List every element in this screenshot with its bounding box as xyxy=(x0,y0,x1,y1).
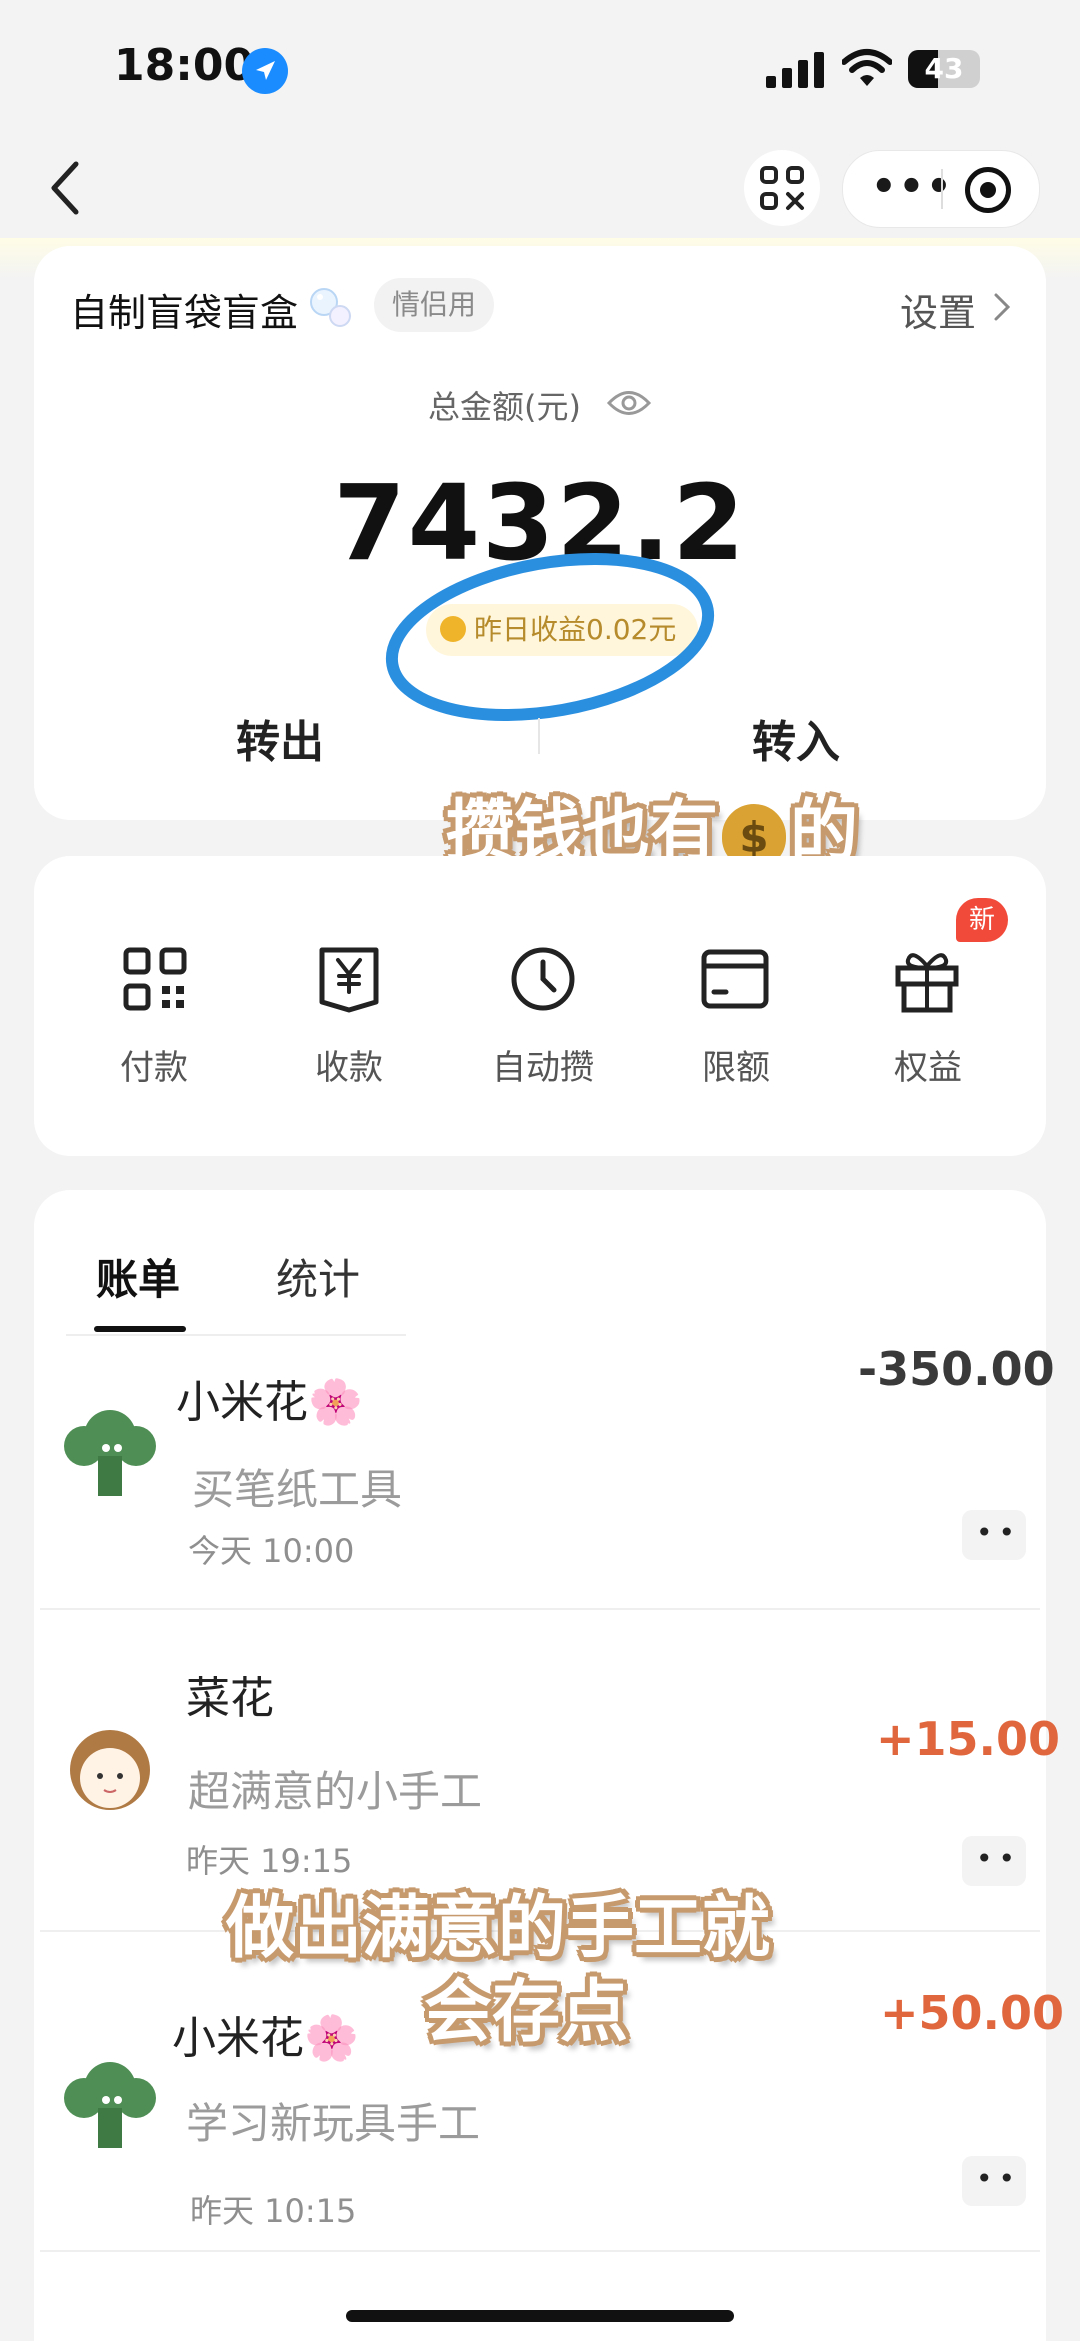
chevron-right-icon[interactable] xyxy=(992,292,1012,322)
transaction-time: 昨天 10:15 xyxy=(190,2192,357,2230)
quick-action-label-benefits[interactable]: 权益 xyxy=(838,1040,1018,1089)
transaction-time: 今天 10:00 xyxy=(188,1532,355,1570)
scan-icon xyxy=(760,166,804,210)
quick-action-label-limit[interactable]: 限额 xyxy=(646,1040,826,1089)
transaction-amount: +15.00 xyxy=(876,1712,1061,1766)
cellular-signal-icon xyxy=(766,52,824,88)
close-target-icon[interactable] xyxy=(965,167,1011,213)
quick-action-label-auto-save[interactable]: 自动攒 xyxy=(453,1040,633,1089)
transaction-note: 学习新玩具手工 xyxy=(186,2099,481,2148)
caption-handcraft-line2: 会存点 xyxy=(424,1973,629,2052)
highlight-circle-annotation xyxy=(380,548,720,726)
battery-level: 43 xyxy=(924,52,964,85)
card-icon[interactable] xyxy=(700,944,770,1014)
transaction-name: 小米花🌸 xyxy=(172,2013,359,2064)
scan-button[interactable] xyxy=(744,150,820,226)
more-options-button[interactable] xyxy=(962,1836,1026,1886)
transaction-note: 买笔纸工具 xyxy=(192,1465,403,1514)
tab-active-indicator xyxy=(94,1326,186,1332)
transaction-amount: +50.00 xyxy=(880,1986,1065,2040)
account-tag: 情侣用 xyxy=(374,278,495,332)
battery-icon: 43 xyxy=(908,50,980,88)
total-amount-label: 总金额(元) xyxy=(428,388,581,426)
transaction-note: 超满意的小手工 xyxy=(188,1767,483,1816)
avatar[interactable] xyxy=(50,1390,170,1510)
location-arrow-icon xyxy=(242,48,288,94)
transaction-name: 菜花 xyxy=(186,1673,274,1724)
receipt-yen-icon[interactable] xyxy=(314,944,384,1014)
transaction-amount: -350.00 xyxy=(858,1342,1055,1396)
status-time: 18:00 xyxy=(114,40,255,91)
more-options-button[interactable] xyxy=(962,2156,1026,2206)
tab-bills[interactable]: 账单 xyxy=(96,1246,180,1307)
quick-actions-card: 付款 收款 自动攒 限额 权益 xyxy=(34,856,1046,1156)
transfer-out-button[interactable]: 转出 xyxy=(236,706,324,770)
wifi-icon xyxy=(841,48,893,88)
transaction-name: 小米花🌸 xyxy=(176,1377,363,1428)
bubbles-icon xyxy=(308,284,354,330)
home-indicator xyxy=(346,2310,734,2322)
qr-code-icon[interactable] xyxy=(120,944,190,1014)
more-options-button[interactable] xyxy=(962,1510,1026,1560)
gift-icon[interactable] xyxy=(892,944,962,1014)
mini-program-capsule: ••• xyxy=(842,150,1040,228)
avatar[interactable] xyxy=(50,2042,170,2162)
new-badge: 新 xyxy=(956,898,1008,942)
settings-link[interactable]: 设置 xyxy=(900,282,976,337)
avatar[interactable] xyxy=(50,1712,170,1832)
back-icon[interactable] xyxy=(46,160,86,216)
account-name: 自制盲袋盲盒 xyxy=(70,291,299,335)
eye-icon[interactable] xyxy=(606,386,652,420)
quick-action-label-receive[interactable]: 收款 xyxy=(259,1040,439,1089)
quick-action-label-pay[interactable]: 付款 xyxy=(64,1040,244,1089)
clock-icon[interactable] xyxy=(508,944,578,1014)
tab-statistics[interactable]: 统计 xyxy=(276,1246,360,1307)
transfer-in-button[interactable]: 转入 xyxy=(752,706,840,770)
